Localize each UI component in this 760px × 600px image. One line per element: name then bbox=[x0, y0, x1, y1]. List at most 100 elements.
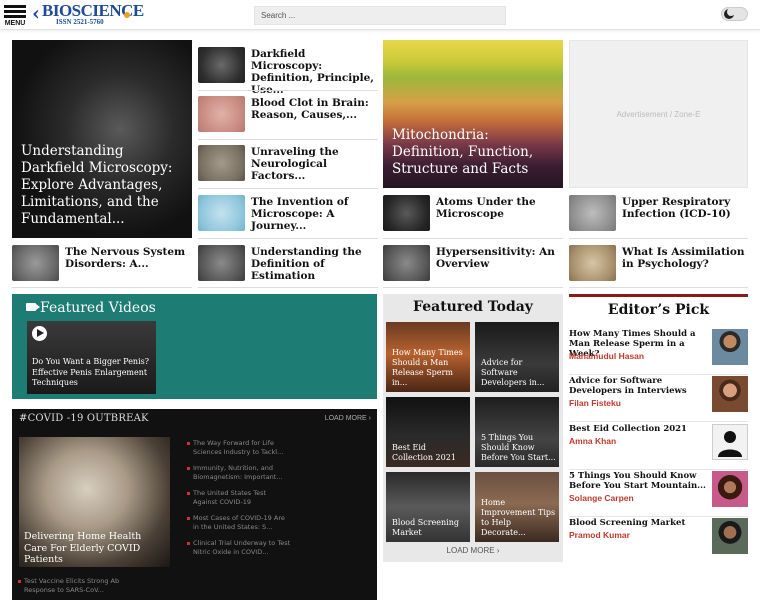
article-title[interactable]: Unraveling the Neurological Factors... bbox=[251, 146, 379, 182]
featured-tile-title: How Many Times Should a Man Release Sper… bbox=[392, 348, 463, 387]
divider bbox=[12, 287, 192, 288]
featured-load-more-link[interactable]: LOAD MORE › bbox=[383, 546, 563, 555]
hero-article-mitochondria[interactable]: Mitochondria: Definition, Function, Stru… bbox=[383, 40, 563, 188]
article-title[interactable]: What Is Assimilation in Psychology? bbox=[622, 246, 748, 270]
divider bbox=[198, 90, 378, 91]
article-thumbnail[interactable] bbox=[198, 245, 245, 281]
featured-tile-title: Blood Screening Market bbox=[392, 518, 459, 537]
hero-title: Understanding Darkfield Microscopy: Expl… bbox=[21, 143, 173, 227]
article-thumbnail[interactable] bbox=[12, 245, 59, 281]
featured-tile[interactable]: Home Improvement Tips to Help Decorate..… bbox=[475, 472, 559, 542]
site-logo[interactable]: ‹ BIOSCIENCE ISSN 2521-5760 bbox=[32, 2, 144, 28]
article-thumbnail[interactable] bbox=[569, 195, 616, 231]
search-input[interactable]: Search ... bbox=[254, 6, 506, 25]
hamburger-icon-bar bbox=[4, 15, 26, 18]
featured-tile[interactable]: Advice for Software Developers in... bbox=[475, 322, 559, 392]
covid-list-item[interactable]: The United States Test Against COVID-19 bbox=[187, 489, 292, 506]
divider bbox=[383, 287, 563, 288]
covid-load-more-link[interactable]: LOAD MORE › bbox=[325, 415, 371, 422]
featured-tile-title: Best Eid Collection 2021 bbox=[392, 443, 456, 462]
editors-pick-item[interactable]: 5 Things You Should Know Before You Star… bbox=[569, 471, 748, 517]
editors-pick-item[interactable]: Blood Screening Market Pramod Kumar bbox=[569, 518, 748, 564]
article-title[interactable]: Understanding the Definition of Estimati… bbox=[251, 246, 379, 282]
moon-icon bbox=[724, 8, 735, 19]
divider bbox=[569, 287, 748, 288]
article-title[interactable]: Blood Clot in Brain: Reason, Causes,... bbox=[251, 97, 379, 121]
editors-pick-title[interactable]: 5 Things You Should Know Before You Star… bbox=[569, 471, 707, 491]
person-silhouette-icon bbox=[718, 431, 742, 457]
covid-section: #COVID -19 OUTBREAK LOAD MORE › Deliveri… bbox=[12, 409, 377, 600]
covid-list-item[interactable]: The Way Forward for Life Sciences Indust… bbox=[187, 439, 292, 456]
article-thumbnail[interactable] bbox=[569, 245, 616, 281]
hero-title: Mitochondria: Definition, Function, Stru… bbox=[392, 127, 534, 177]
editors-pick-title[interactable]: Blood Screening Market bbox=[569, 518, 707, 528]
video-card[interactable]: Do You Want a Bigger Penis? Effective Pe… bbox=[27, 321, 156, 394]
article-thumbnail[interactable] bbox=[198, 145, 245, 181]
divider bbox=[569, 238, 748, 239]
article-title[interactable]: Hypersensitivity: An Overview bbox=[436, 246, 564, 270]
covid-main-article-title[interactable]: Delivering Home Health Care For Elderly … bbox=[24, 531, 164, 566]
editors-pick-author[interactable]: Solange Carpen bbox=[569, 493, 634, 503]
video-camera-icon bbox=[26, 303, 40, 311]
featured-today-heading: Featured Today bbox=[413, 299, 533, 315]
site-header: MENU ‹ BIOSCIENCE ISSN 2521-5760 Search … bbox=[0, 0, 760, 30]
divider bbox=[198, 287, 378, 288]
article-title[interactable]: The Nervous System Disorders: A... bbox=[65, 246, 191, 270]
editors-pick-accent-bar bbox=[569, 294, 748, 297]
featured-tile[interactable]: How Many Times Should a Man Release Sper… bbox=[386, 322, 470, 392]
editors-pick-heading: Editor’s Pick bbox=[607, 302, 710, 318]
hamburger-icon bbox=[4, 5, 26, 8]
divider bbox=[198, 139, 378, 140]
divider bbox=[198, 188, 378, 189]
editors-pick-item[interactable]: How Many Times Should a Man Release Sper… bbox=[569, 329, 748, 375]
featured-videos-section: Featured Videos Do You Want a Bigger Pen… bbox=[12, 294, 377, 399]
logo-dot-icon bbox=[124, 12, 130, 18]
featured-today-section: Featured Today How Many Times Should a M… bbox=[383, 294, 563, 562]
featured-tile-title: 5 Things You Should Know Before You Star… bbox=[481, 433, 556, 462]
article-thumbnail[interactable] bbox=[198, 195, 245, 231]
article-thumbnail[interactable] bbox=[198, 47, 245, 83]
featured-videos-heading-text: Featured Videos bbox=[40, 300, 156, 316]
covid-list-item[interactable]: Clinical Trial Underway to Test Nitric O… bbox=[187, 539, 292, 556]
article-thumbnail[interactable] bbox=[198, 96, 245, 132]
featured-tile-title: Home Improvement Tips to Help Decorate..… bbox=[481, 498, 556, 537]
author-avatar[interactable] bbox=[712, 376, 748, 412]
covid-list-item[interactable]: Most Cases of COVID-19 Are in the United… bbox=[187, 514, 292, 531]
editors-pick-title[interactable]: Best Eid Collection 2021 bbox=[569, 424, 707, 434]
dark-mode-toggle[interactable] bbox=[721, 7, 748, 21]
article-thumbnail[interactable] bbox=[383, 245, 430, 281]
article-title[interactable]: The Invention of Microscope: A Journey..… bbox=[251, 196, 379, 232]
featured-tile[interactable]: 5 Things You Should Know Before You Star… bbox=[475, 397, 559, 467]
editors-pick-item[interactable]: Best Eid Collection 2021 Amna Khan bbox=[569, 424, 748, 470]
default-avatar-icon[interactable] bbox=[712, 424, 748, 460]
editors-pick-item[interactable]: Advice for Software Developers in Interv… bbox=[569, 376, 748, 422]
divider bbox=[198, 238, 378, 239]
menu-button[interactable]: MENU bbox=[2, 3, 28, 27]
hamburger-icon-bar bbox=[4, 10, 26, 13]
featured-tile[interactable]: Blood Screening Market bbox=[386, 472, 470, 542]
article-title[interactable]: Darkfield Microscopy: Definition, Princi… bbox=[251, 48, 379, 96]
author-avatar[interactable] bbox=[712, 329, 748, 365]
hero-article-darkfield[interactable]: Understanding Darkfield Microscopy: Expl… bbox=[12, 40, 192, 238]
article-title[interactable]: Upper Respiratory Infection (ICD-10) bbox=[622, 196, 748, 220]
author-avatar[interactable] bbox=[712, 471, 748, 507]
editors-pick-author[interactable]: Mahamudul Hasan bbox=[569, 351, 644, 361]
featured-tile[interactable]: Best Eid Collection 2021 bbox=[386, 397, 470, 467]
covid-list-item[interactable]: Immunity, Nutrition, and Biomagnetism: I… bbox=[187, 464, 292, 481]
article-title[interactable]: Atoms Under the Microscope bbox=[436, 196, 564, 220]
featured-tile-title: Advice for Software Developers in... bbox=[481, 358, 545, 387]
covid-list-item[interactable]: Test Vaccine Elicits Strong Ab Response … bbox=[18, 577, 128, 594]
video-title: Do You Want a Bigger Penis? Effective Pe… bbox=[32, 357, 150, 387]
play-icon[interactable] bbox=[32, 326, 47, 341]
editors-pick-author[interactable]: Filan Fisteku bbox=[569, 398, 621, 408]
menu-label: MENU bbox=[4, 20, 26, 27]
article-thumbnail[interactable] bbox=[383, 195, 430, 231]
author-avatar[interactable] bbox=[712, 518, 748, 554]
logo-issn: ISSN 2521-5760 bbox=[56, 18, 104, 26]
advertisement-zone[interactable]: Advertisement / Zone-E bbox=[569, 40, 748, 188]
editors-pick-title[interactable]: Advice for Software Developers in Interv… bbox=[569, 376, 707, 396]
editors-pick-author[interactable]: Amna Khan bbox=[569, 436, 616, 446]
covid-heading: #COVID -19 OUTBREAK bbox=[19, 413, 149, 424]
editors-pick-author[interactable]: Pramod Kumar bbox=[569, 530, 630, 540]
featured-videos-heading: Featured Videos bbox=[26, 300, 156, 316]
